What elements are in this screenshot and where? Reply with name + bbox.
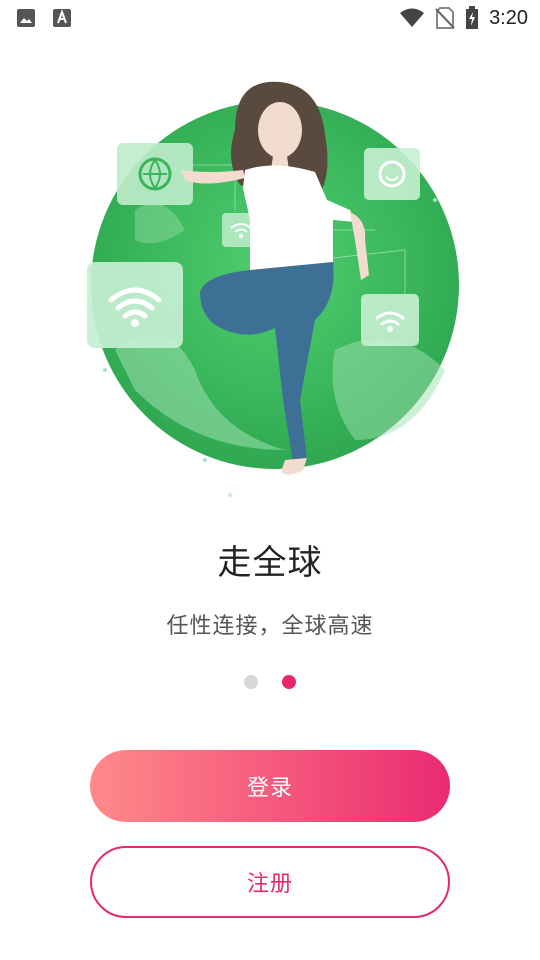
clock: 3:20 (489, 6, 528, 29)
wifi-card-right-icon (361, 294, 419, 346)
wifi-card-large-icon (87, 262, 183, 348)
font-icon (53, 9, 71, 27)
page-subtitle: 任性连接，全球高速 (166, 614, 374, 639)
page-dot-1[interactable] (244, 675, 258, 689)
status-bar: 3:20 (0, 0, 540, 36)
wifi-icon (400, 8, 425, 27)
page-dot-2-active[interactable] (282, 675, 296, 689)
onboarding-illustration (87, 81, 459, 497)
no-sim-icon (435, 7, 455, 29)
smile-card-icon (364, 148, 420, 200)
globe-card-icon (117, 143, 193, 205)
battery-charging-icon (466, 6, 479, 29)
page-indicator (0, 675, 540, 689)
register-button[interactable]: 注册 (90, 846, 450, 918)
page-title: 走全球 (217, 543, 323, 583)
image-icon (17, 9, 35, 27)
login-button[interactable]: 登录 (90, 750, 450, 822)
